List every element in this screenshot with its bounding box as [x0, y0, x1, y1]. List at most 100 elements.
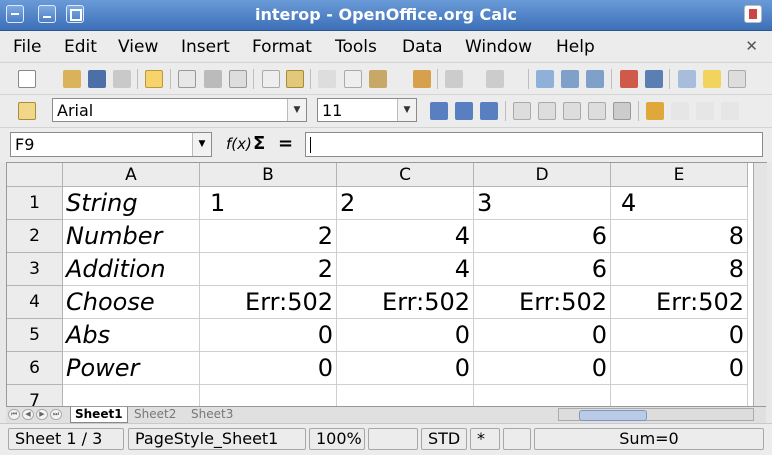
column-header-c[interactable]: C: [337, 163, 474, 187]
vertical-scrollbar[interactable]: [753, 163, 767, 407]
cell[interactable]: 1: [200, 187, 337, 220]
formula-input[interactable]: [305, 132, 763, 157]
menu-tools[interactable]: Tools: [335, 37, 377, 57]
cell[interactable]: 6: [474, 220, 611, 253]
cell[interactable]: Err:502: [611, 286, 748, 319]
cell[interactable]: Err:502: [474, 286, 611, 319]
cell[interactable]: 8: [611, 220, 748, 253]
cell[interactable]: 0: [611, 319, 748, 352]
clone-formatting-icon[interactable]: [413, 70, 431, 88]
justify-icon[interactable]: [588, 102, 606, 120]
insert-chart-icon[interactable]: [620, 70, 638, 88]
row-header[interactable]: 5: [7, 319, 63, 352]
new-document-icon[interactable]: [18, 70, 36, 88]
page-style[interactable]: PageStyle_Sheet1: [128, 428, 306, 450]
align-center-icon[interactable]: [538, 102, 556, 120]
cell[interactable]: Abs: [63, 319, 200, 352]
email-icon[interactable]: [113, 70, 131, 88]
sum-icon[interactable]: Σ: [253, 133, 265, 154]
page-preview-icon[interactable]: [229, 70, 247, 88]
cell[interactable]: Choose: [63, 286, 200, 319]
font-name-combo[interactable]: Arial ▼: [52, 98, 307, 122]
cell[interactable]: 2: [200, 253, 337, 286]
show-draw-functions-icon[interactable]: [645, 70, 663, 88]
paste-icon[interactable]: [369, 70, 387, 88]
menu-window[interactable]: Window: [465, 37, 532, 57]
sort-ascending-icon[interactable]: [561, 70, 579, 88]
cell[interactable]: String: [63, 187, 200, 220]
standard-format-icon[interactable]: [696, 102, 714, 120]
column-header-e[interactable]: E: [611, 163, 748, 187]
cell[interactable]: 3: [474, 187, 611, 220]
row-header[interactable]: 1: [7, 187, 63, 220]
cell[interactable]: 0: [474, 319, 611, 352]
column-header-b[interactable]: B: [200, 163, 337, 187]
cell[interactable]: [337, 385, 474, 407]
cell[interactable]: 0: [337, 319, 474, 352]
column-header-a[interactable]: A: [63, 163, 200, 187]
cell[interactable]: 8: [611, 253, 748, 286]
font-size-combo[interactable]: 11 ▼: [317, 98, 417, 122]
cell[interactable]: 4: [337, 220, 474, 253]
cell[interactable]: [63, 385, 200, 407]
cell[interactable]: 4: [611, 187, 748, 220]
cell[interactable]: 2: [337, 187, 474, 220]
horizontal-scrollbar[interactable]: [558, 408, 754, 421]
underline-icon[interactable]: [480, 102, 498, 120]
cell[interactable]: [200, 385, 337, 407]
zoom-level[interactable]: 100%: [309, 428, 365, 450]
print-icon[interactable]: [204, 70, 222, 88]
open-icon[interactable]: [63, 70, 81, 88]
row-header[interactable]: 6: [7, 352, 63, 385]
menu-file[interactable]: File: [13, 37, 41, 57]
save-icon[interactable]: [88, 70, 106, 88]
align-left-icon[interactable]: [513, 102, 531, 120]
chevron-down-icon[interactable]: ▼: [287, 99, 306, 121]
name-box[interactable]: F9 ▼: [10, 132, 212, 157]
align-right-icon[interactable]: [563, 102, 581, 120]
bold-icon[interactable]: [430, 102, 448, 120]
cut-icon[interactable]: [318, 70, 336, 88]
cell[interactable]: 0: [474, 352, 611, 385]
selection-mode[interactable]: STD: [421, 428, 467, 450]
cell[interactable]: [474, 385, 611, 407]
cell[interactable]: 0: [200, 319, 337, 352]
merge-cells-icon[interactable]: [613, 102, 631, 120]
prev-sheet-icon[interactable]: ◀: [22, 409, 34, 420]
autospellcheck-icon[interactable]: [286, 70, 304, 88]
cell[interactable]: 6: [474, 253, 611, 286]
sheet-tab-2[interactable]: Sheet2: [130, 407, 180, 422]
menu-edit[interactable]: Edit: [64, 37, 97, 57]
cell[interactable]: [611, 385, 748, 407]
italic-icon[interactable]: [455, 102, 473, 120]
function-wizard-icon[interactable]: f(x): [226, 135, 252, 153]
percent-format-icon[interactable]: [671, 102, 689, 120]
undo-icon[interactable]: [445, 70, 463, 88]
close-document-icon[interactable]: ✕: [745, 37, 758, 55]
cell[interactable]: 4: [337, 253, 474, 286]
chevron-down-icon[interactable]: ▼: [397, 99, 416, 121]
menu-data[interactable]: Data: [402, 37, 443, 57]
next-sheet-icon[interactable]: ▶: [36, 409, 48, 420]
chevron-down-icon[interactable]: ▼: [192, 133, 211, 156]
cell[interactable]: 0: [200, 352, 337, 385]
menu-help[interactable]: Help: [556, 37, 595, 57]
menu-insert[interactable]: Insert: [181, 37, 230, 57]
menu-format[interactable]: Format: [252, 37, 312, 57]
export-pdf-icon[interactable]: [178, 70, 196, 88]
gallery-icon[interactable]: [728, 70, 746, 88]
menu-view[interactable]: View: [118, 37, 158, 57]
scrollbar-thumb[interactable]: [579, 410, 647, 421]
sheet-tab-1[interactable]: Sheet1: [70, 407, 128, 423]
copy-icon[interactable]: [344, 70, 362, 88]
select-all-corner[interactable]: [7, 163, 63, 187]
navigator-icon[interactable]: [703, 70, 721, 88]
row-header[interactable]: 4: [7, 286, 63, 319]
cell[interactable]: 2: [200, 220, 337, 253]
redo-icon[interactable]: [486, 70, 504, 88]
currency-format-icon[interactable]: [646, 102, 664, 120]
cell[interactable]: Err:502: [200, 286, 337, 319]
last-sheet-icon[interactable]: ⏭: [50, 409, 62, 420]
sort-descending-icon[interactable]: [586, 70, 604, 88]
add-decimal-icon[interactable]: [721, 102, 739, 120]
